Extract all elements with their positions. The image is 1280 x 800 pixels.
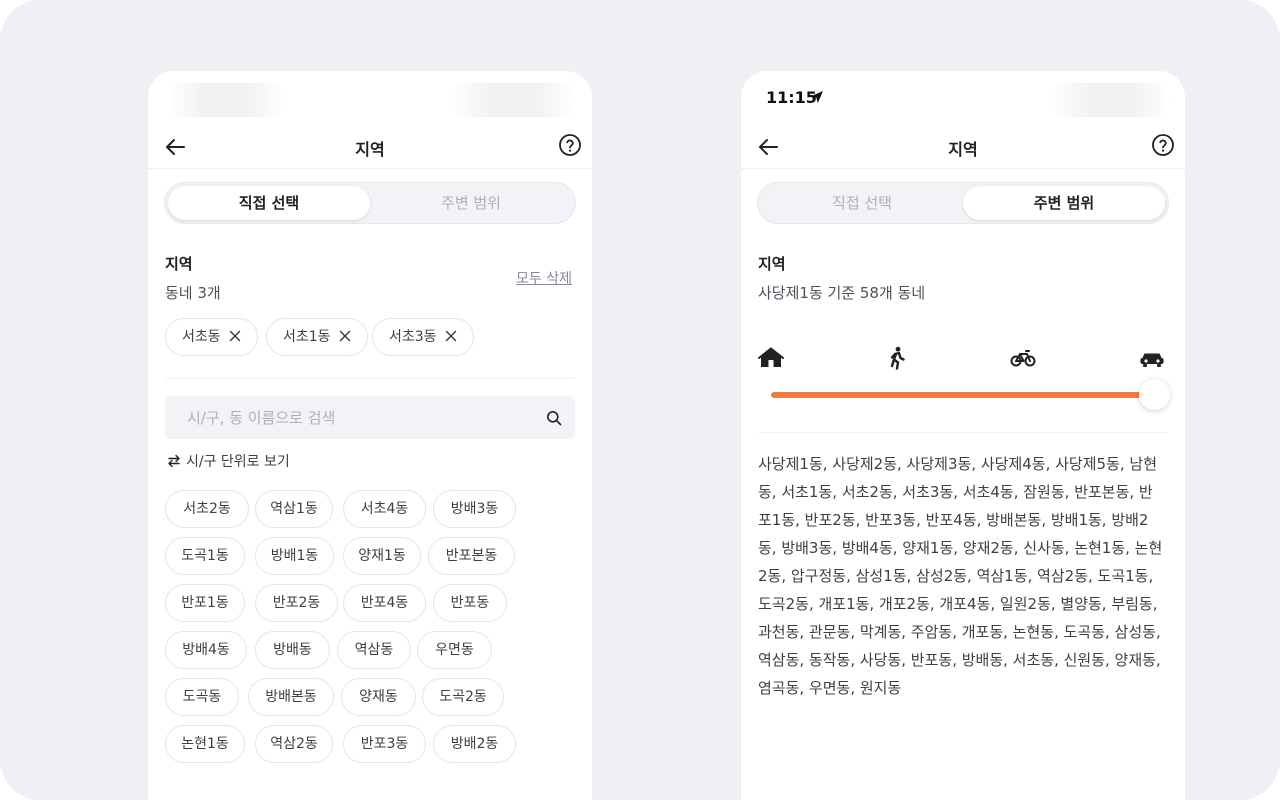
canvas-background: 지역 직접 선택 주변 범위 지역 동네 3개 모두 삭제 서초동 서초1동 서초3… [0, 0, 1280, 800]
range-basis-label: 사당제1동 기준 58개 동네 [758, 284, 926, 302]
tab-direct-select[interactable]: 직접 선택 [761, 186, 963, 220]
nearby-range-screen: 11:15 지역 직접 선택 주변 범위 지역 사당제1동 기준 58개 동네 … [741, 71, 1185, 800]
tab-nearby-range[interactable]: 주변 범위 [963, 186, 1165, 220]
selected-chip: 서초동 [165, 318, 258, 356]
suggestion-chip[interactable]: 반포3동 [343, 725, 426, 763]
remove-chip-icon[interactable] [445, 330, 457, 342]
suggestion-chip[interactable]: 방배4동 [165, 631, 247, 669]
car-icon [1140, 353, 1164, 367]
suggestion-chip[interactable]: 반포4동 [343, 584, 426, 622]
nearby-neighborhood-list: 사당제1동, 사당제2동, 사당제3동, 사당제4동, 사당제5동, 남현동, … [758, 455, 1163, 697]
remove-chip-icon[interactable] [339, 330, 351, 342]
suggestion-chip[interactable]: 우면동 [417, 631, 492, 669]
bicycle-icon [1010, 350, 1036, 367]
selected-chip: 서초1동 [266, 318, 368, 356]
nav-bar: 지역 [741, 125, 1185, 169]
range-slider-fill [771, 392, 1155, 398]
tab-nearby-range[interactable]: 주변 범위 [370, 186, 572, 220]
city-unit-view-toggle[interactable]: 시/구 단위로 보기 [167, 451, 290, 471]
status-bar: 11:15 [741, 71, 1185, 121]
selected-count: 동네 3개 [165, 284, 221, 302]
search-icon[interactable] [546, 410, 562, 426]
suggestion-chip[interactable]: 반포2동 [255, 584, 338, 622]
selected-chip-label: 서초3동 [389, 329, 437, 345]
mode-segmented-control: 직접 선택 주변 범위 [757, 182, 1169, 224]
selected-chip-label: 서초동 [182, 329, 221, 345]
walk-icon [890, 346, 905, 370]
delete-all-link[interactable]: 모두 삭제 [516, 268, 572, 288]
suggestion-chip[interactable]: 방배본동 [248, 678, 334, 716]
suggestion-chip[interactable]: 방배동 [255, 631, 330, 669]
swap-arrows-icon [168, 454, 180, 468]
divider [165, 378, 575, 379]
suggestion-chip[interactable]: 서초4동 [343, 490, 426, 528]
suggestion-chip[interactable]: 도곡1동 [165, 537, 245, 575]
suggestion-chip[interactable]: 양재동 [341, 678, 416, 716]
suggestion-chip[interactable]: 반포1동 [165, 584, 245, 622]
search-input[interactable] [165, 396, 575, 439]
page-title: 지역 [948, 140, 978, 159]
suggestion-chip[interactable]: 도곡동 [165, 678, 239, 716]
home-icon [758, 347, 784, 367]
view-toggle-label: 시/구 단위로 보기 [186, 454, 290, 470]
status-blur [448, 83, 578, 117]
location-arrow-icon [811, 91, 823, 103]
divider [758, 432, 1168, 433]
direct-select-screen: 지역 직접 선택 주변 범위 지역 동네 3개 모두 삭제 서초동 서초1동 서초3… [148, 71, 592, 800]
tab-direct-select[interactable]: 직접 선택 [168, 186, 370, 220]
status-blur [1051, 83, 1171, 117]
selected-chip-label: 서초1동 [283, 329, 331, 345]
suggestion-chip[interactable]: 역삼2동 [255, 725, 333, 763]
section-title: 지역 [758, 255, 786, 273]
range-slider-track[interactable] [771, 392, 1155, 398]
mode-segmented-control: 직접 선택 주변 범위 [164, 182, 576, 224]
suggestion-chip[interactable]: 방배3동 [433, 490, 516, 528]
status-blur [166, 83, 286, 117]
selected-chip: 서초3동 [372, 318, 474, 356]
suggestion-chip[interactable]: 반포본동 [428, 537, 515, 575]
search-box [165, 396, 575, 439]
suggestion-chip[interactable]: 방배1동 [255, 537, 334, 575]
suggestion-chip[interactable]: 서초2동 [165, 490, 249, 528]
suggestion-chip[interactable]: 도곡2동 [422, 678, 504, 716]
page-title: 지역 [355, 140, 385, 159]
section-title: 지역 [165, 255, 193, 273]
range-slider-thumb[interactable] [1139, 379, 1170, 410]
range-level-icons [758, 346, 1170, 370]
help-icon[interactable] [1151, 133, 1175, 157]
suggestion-chip[interactable]: 반포동 [433, 584, 507, 622]
status-bar [148, 71, 592, 121]
suggestion-chip[interactable]: 역삼동 [337, 631, 411, 669]
suggestion-chip[interactable]: 역삼1동 [255, 490, 333, 528]
suggestion-chip[interactable]: 논현1동 [165, 725, 245, 763]
help-icon[interactable] [558, 133, 582, 157]
suggestion-chip[interactable]: 양재1동 [343, 537, 421, 575]
remove-chip-icon[interactable] [229, 330, 241, 342]
suggestion-chip[interactable]: 방배2동 [433, 725, 516, 763]
nav-bar: 지역 [148, 125, 592, 169]
